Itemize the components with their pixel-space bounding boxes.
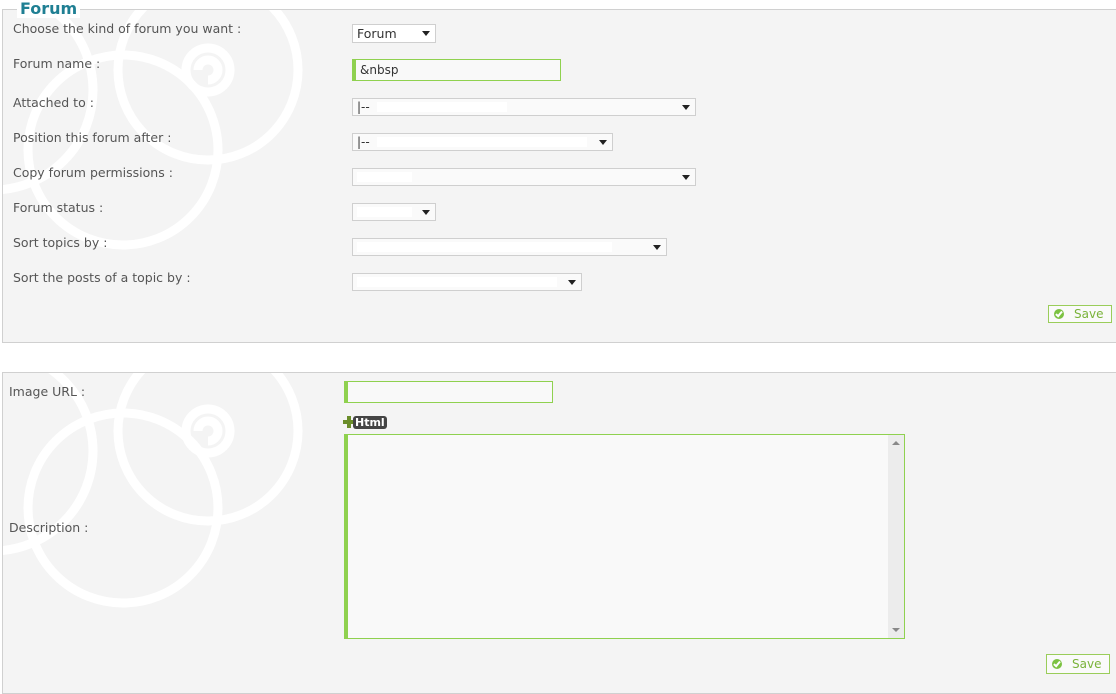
- forum-name-input[interactable]: &nbsp: [352, 59, 561, 81]
- copy-permissions-label: Copy forum permissions :: [13, 165, 173, 180]
- check-circle-icon: [1052, 659, 1062, 669]
- chevron-down-icon: [653, 245, 661, 250]
- forum-name-label: Forum name :: [13, 56, 101, 71]
- image-url-label: Image URL :: [9, 384, 86, 399]
- position-after-label: Position this forum after :: [13, 130, 172, 145]
- sort-topics-label: Sort topics by :: [13, 235, 108, 250]
- forum-status-label: Forum status :: [13, 200, 104, 215]
- html-label: Html: [353, 416, 387, 429]
- sort-topics-select[interactable]: [352, 238, 667, 256]
- save-button-details[interactable]: Save: [1046, 654, 1110, 674]
- sort-posts-select[interactable]: [352, 273, 582, 291]
- attached-to-value: |--: [357, 100, 370, 114]
- save-label: Save: [1072, 657, 1102, 671]
- chevron-down-icon: [422, 210, 430, 215]
- sort-posts-label: Sort the posts of a topic by :: [13, 270, 191, 285]
- attached-to-label: Attached to :: [13, 95, 94, 110]
- position-after-value: |--: [357, 135, 370, 149]
- textarea-scrollbar[interactable]: [888, 435, 904, 638]
- forum-kind-select[interactable]: Forum: [352, 24, 436, 43]
- copy-permissions-select[interactable]: [352, 168, 696, 186]
- position-after-select[interactable]: |--: [352, 133, 613, 151]
- kind-label: Choose the kind of forum you want :: [13, 21, 242, 36]
- chevron-down-icon: [599, 140, 607, 145]
- scroll-down-icon[interactable]: [892, 628, 900, 632]
- attached-to-select[interactable]: |--: [352, 98, 696, 116]
- chevron-down-icon: [682, 105, 690, 110]
- scroll-up-icon[interactable]: [892, 441, 900, 445]
- html-toggle-button[interactable]: Html: [343, 415, 387, 431]
- forum-kind-value: Forum: [357, 26, 397, 41]
- chevron-down-icon: [422, 31, 430, 36]
- description-textarea[interactable]: [344, 434, 905, 639]
- chevron-down-icon: [568, 280, 576, 285]
- image-url-input[interactable]: [344, 381, 553, 403]
- chevron-down-icon: [682, 175, 690, 180]
- description-label: Description :: [9, 520, 89, 535]
- forum-legend: Forum: [17, 0, 81, 18]
- save-button-forum[interactable]: Save: [1048, 305, 1112, 323]
- save-label: Save: [1074, 307, 1104, 321]
- check-circle-icon: [1054, 309, 1064, 319]
- forum-status-select[interactable]: [352, 203, 436, 221]
